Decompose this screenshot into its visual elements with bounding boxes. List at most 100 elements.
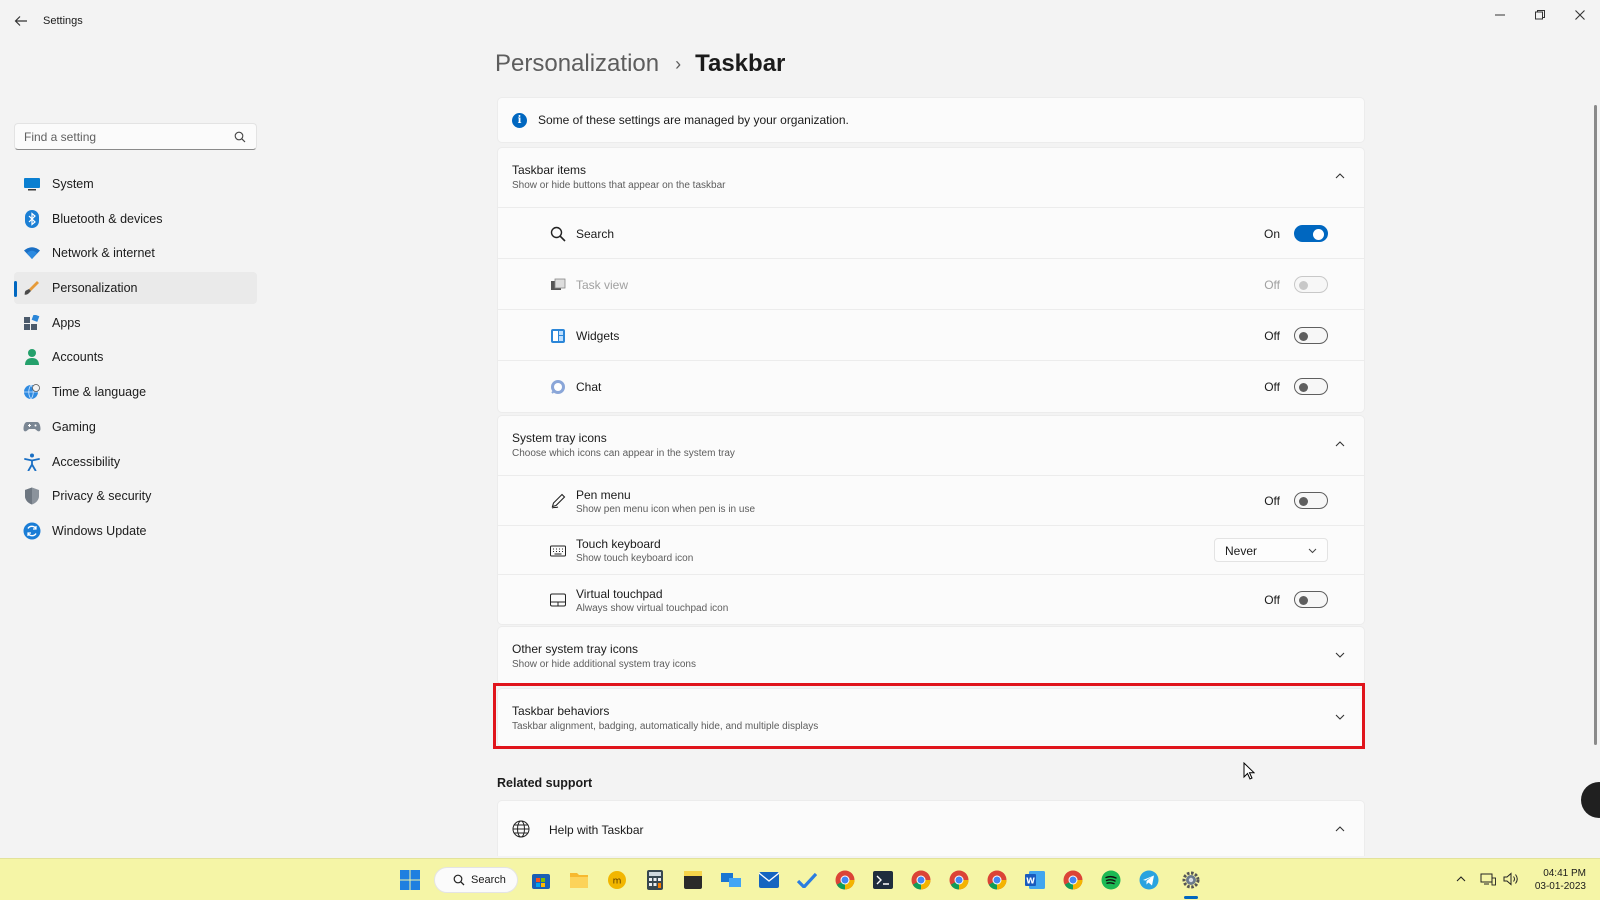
taskbar-app-word[interactable]: W — [1023, 868, 1047, 892]
checkmark-icon — [797, 872, 817, 888]
sidebar-item-label: Personalization — [52, 281, 138, 296]
breadcrumb-parent[interactable]: Personalization — [495, 50, 659, 78]
chevron-up-icon[interactable] — [1334, 823, 1346, 835]
accessibility-icon — [23, 453, 41, 471]
wifi-icon — [23, 244, 41, 262]
info-icon: i — [512, 113, 527, 128]
other-tray-header[interactable]: Other system tray icons Show or hide add… — [498, 627, 1364, 686]
virtual-touchpad-toggle[interactable] — [1294, 591, 1328, 608]
system-tray-header[interactable]: System tray icons Choose which icons can… — [498, 416, 1364, 475]
taskbar-app-store[interactable] — [529, 868, 553, 892]
clock[interactable]: 04:41 PM 03-01-2023 — [1530, 867, 1586, 893]
breadcrumb-separator: › — [675, 53, 682, 74]
other-tray-icons-section[interactable]: Other system tray icons Show or hide add… — [497, 626, 1365, 685]
sidebar-item-privacy[interactable]: Privacy & security — [14, 480, 257, 512]
telegram-icon — [1139, 870, 1159, 890]
svg-text:m: m — [613, 877, 622, 887]
chat-toggle[interactable] — [1294, 378, 1328, 395]
sidebar-item-accounts[interactable]: Accounts — [14, 341, 257, 373]
clock-time: 04:41 PM — [1543, 868, 1586, 879]
taskbar-app-mail[interactable] — [757, 868, 781, 892]
touch-keyboard-row: Touch keyboard Show touch keyboard icon … — [498, 525, 1364, 574]
sidebar-item-label: Accounts — [52, 350, 104, 365]
sidebar-item-label: Time & language — [52, 385, 147, 400]
sidebar-item-time-language[interactable]: Time & language — [14, 376, 257, 408]
taskbar-app-chrome-5[interactable] — [1061, 868, 1085, 892]
taskbar-app-todo[interactable] — [795, 868, 819, 892]
related-support-title: Related support — [497, 776, 593, 790]
help-with-taskbar-section[interactable]: Help with Taskbar — [497, 800, 1365, 856]
apps-icon — [23, 314, 41, 332]
taskbar-app-terminal[interactable] — [871, 868, 895, 892]
pen-menu-toggle[interactable] — [1294, 492, 1328, 509]
monitor-icon — [23, 175, 41, 193]
taskbar-search[interactable]: Search — [434, 867, 518, 893]
toggle-state: On — [1263, 227, 1280, 241]
start-button[interactable] — [398, 868, 422, 892]
restore-icon — [1535, 10, 1545, 20]
taskbar-app-settings[interactable] — [1179, 868, 1203, 892]
taskbar-app-sticky-notes[interactable] — [681, 868, 705, 892]
taskbar-app-spotify[interactable] — [1099, 868, 1123, 892]
taskbar-app-explorer[interactable] — [567, 868, 591, 892]
sidebar-item-network[interactable]: Network & internet — [14, 237, 257, 269]
sidebar-item-accessibility[interactable]: Accessibility — [14, 446, 257, 478]
taskbar-app-remote[interactable] — [719, 868, 743, 892]
search-icon — [550, 226, 566, 242]
brush-icon — [23, 279, 41, 297]
sidebar-item-label: Accessibility — [52, 454, 121, 469]
row-label: Pen menu — [576, 488, 631, 502]
sidebar-nav: System Bluetooth & devices Network & int… — [14, 168, 257, 550]
taskbar-app-calculator[interactable] — [643, 868, 667, 892]
sidebar-item-bluetooth[interactable]: Bluetooth & devices — [14, 203, 257, 235]
globe-clock-icon — [23, 383, 41, 401]
search-toggle[interactable] — [1294, 225, 1328, 242]
shield-icon — [23, 487, 41, 505]
calculator-icon — [647, 870, 663, 890]
search-icon[interactable] — [234, 131, 246, 143]
find-setting-search[interactable] — [14, 123, 257, 150]
sidebar-item-apps[interactable]: Apps — [14, 307, 257, 339]
taskbar-app-telegram[interactable] — [1137, 868, 1161, 892]
row-label: Virtual touchpad — [576, 587, 663, 601]
section-title: Other system tray icons — [512, 642, 639, 656]
minimize-button[interactable] — [1480, 4, 1520, 26]
globe-icon — [512, 820, 530, 838]
taskbar-app-chat[interactable]: m — [605, 868, 629, 892]
page-title: Taskbar — [695, 50, 786, 77]
restore-button[interactable] — [1520, 4, 1560, 26]
sidebar-item-windows-update[interactable]: Windows Update — [14, 515, 257, 547]
taskbar-app-chrome-2[interactable] — [909, 868, 933, 892]
chevron-up-icon[interactable] — [1456, 875, 1466, 883]
sidebar-item-personalization[interactable]: Personalization — [14, 272, 257, 305]
taskbar-items-header[interactable]: Taskbar items Show or hide buttons that … — [498, 148, 1364, 207]
virtual-touchpad-row: Virtual touchpad Always show virtual tou… — [498, 574, 1364, 624]
chevron-up-icon[interactable] — [1334, 438, 1346, 450]
volume-icon[interactable] — [1503, 872, 1519, 886]
gear-icon — [1182, 871, 1200, 889]
widgets-toggle[interactable] — [1294, 327, 1328, 344]
chevron-up-icon[interactable] — [1334, 170, 1346, 182]
chevron-down-icon[interactable] — [1334, 649, 1346, 661]
chat-bubble-icon: m — [608, 871, 626, 889]
search-input[interactable] — [24, 130, 224, 144]
network-icon[interactable] — [1480, 872, 1496, 886]
edge-sidebar-button[interactable] — [1581, 782, 1600, 818]
taskbar-app-chrome-1[interactable] — [833, 868, 857, 892]
toggle-state: Off — [1264, 329, 1280, 343]
store-icon — [532, 874, 550, 889]
sidebar-item-gaming[interactable]: Gaming — [14, 411, 257, 443]
taskbar-app-chrome-3[interactable] — [947, 868, 971, 892]
sidebar-item-system[interactable]: System — [14, 168, 257, 200]
touch-keyboard-dropdown[interactable]: Never — [1214, 538, 1328, 562]
back-arrow-icon[interactable] — [12, 12, 30, 30]
system-tray-section: System tray icons Choose which icons can… — [497, 415, 1365, 625]
sidebar-item-label: Privacy & security — [52, 489, 152, 504]
scrollbar[interactable] — [1594, 105, 1597, 745]
remote-desktop-icon — [721, 873, 741, 887]
toggle-state: Off — [1264, 278, 1280, 292]
section-title: System tray icons — [512, 431, 607, 445]
taskbar-app-chrome-4[interactable] — [985, 868, 1009, 892]
close-button[interactable] — [1560, 4, 1600, 26]
help-label: Help with Taskbar — [549, 823, 644, 837]
